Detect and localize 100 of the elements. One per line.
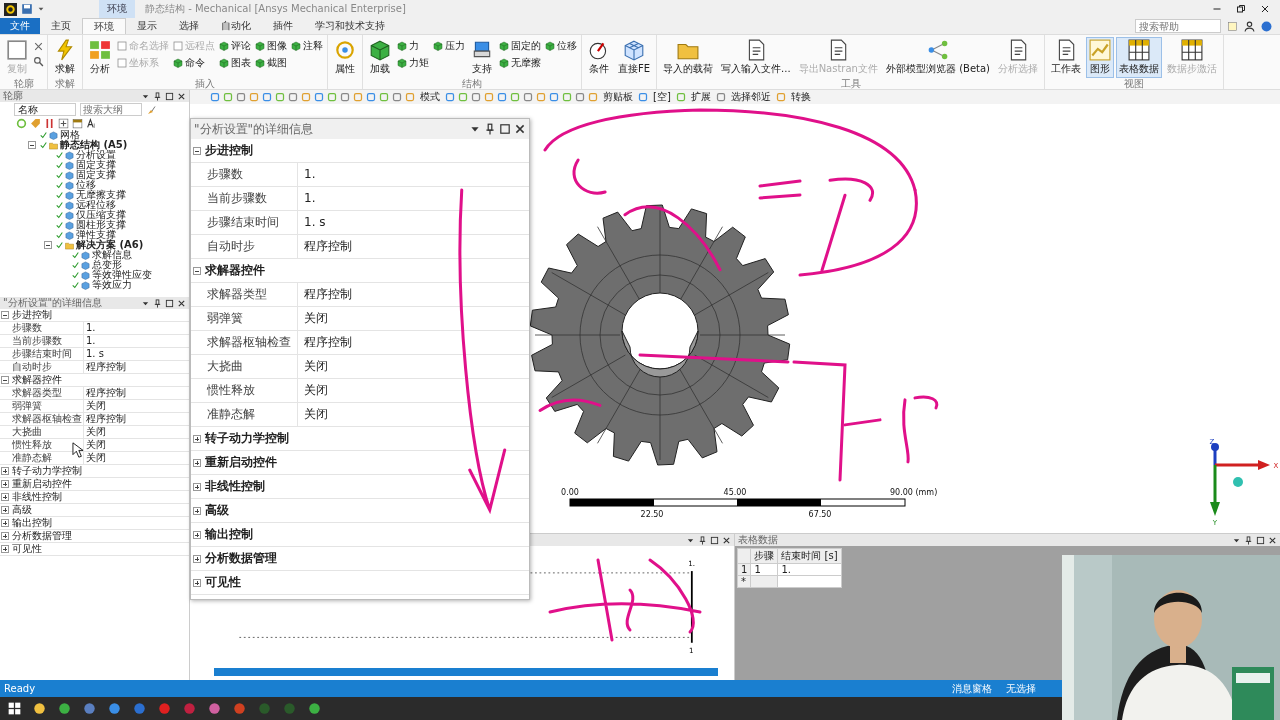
expander-toggle[interactable] [1,506,9,514]
tree-item[interactable]: 仅压缩支撑 [76,210,126,220]
property-value[interactable]: 程序控制 [84,387,126,399]
expander-toggle[interactable] [1,480,9,488]
expander-toggle[interactable] [1,545,9,553]
filter-dropdown[interactable]: 名称 [14,103,76,116]
ribbon-button[interactable]: 支持 [468,37,496,78]
tree-item[interactable]: 固定支撑 [76,160,116,170]
property-value[interactable]: 1. [298,187,316,210]
tree-item[interactable]: 解决方案 (A6) [76,240,144,250]
sort-icon[interactable] [44,118,55,129]
property-value[interactable]: 关闭 [84,400,106,412]
help-search-field[interactable]: 搜索帮助 [1135,19,1221,33]
property-value[interactable]: 1. [84,335,96,347]
caret-icon[interactable] [37,5,45,13]
tree-item[interactable]: 等效应力 [92,280,132,290]
search-icon[interactable] [33,56,44,67]
pin-icon[interactable] [698,535,707,545]
expander-toggle[interactable] [1,467,9,475]
property-value[interactable]: 关闭 [298,355,328,378]
toolbar-button[interactable]: [空] [651,90,673,104]
ribbon-button[interactable]: 压力 [432,39,466,53]
alphabet-sort-icon[interactable] [86,118,97,129]
outline-search-field[interactable]: 搜索大纲 [80,103,142,116]
property-value[interactable]: 关闭 [84,452,106,464]
ribbon-button[interactable]: 表格数据 [1116,37,1162,78]
property-value[interactable]: 程序控制 [84,413,126,425]
property-value[interactable]: 关闭 [84,439,106,451]
ribbon-button[interactable]: 工作表 [1048,37,1084,78]
maximize-icon[interactable] [710,535,719,545]
toolbar-button[interactable]: 转换 [788,90,813,104]
toolbar-button[interactable]: 模式 [418,90,442,104]
menu-tab[interactable]: 自动化 [210,18,262,34]
table-cell[interactable]: 1 [750,563,778,576]
expander-toggle[interactable] [1,376,9,384]
restore-icon[interactable] [1236,4,1246,14]
pin-icon[interactable] [484,123,496,135]
app-icon[interactable] [208,702,221,715]
tree-item[interactable]: 远程位移 [76,200,116,210]
expander-toggle[interactable] [193,434,201,443]
ribbon-button[interactable]: 注释 [290,39,324,53]
close-icon[interactable] [177,91,186,101]
axis-triad-drawing[interactable] [1210,443,1270,516]
calendar-icon[interactable] [72,118,83,129]
expander-toggle[interactable] [193,506,201,515]
pin-icon[interactable] [1244,535,1253,545]
property-value[interactable]: 程序控制 [298,283,352,306]
status-item[interactable]: 无选择 [1006,681,1036,696]
view-tool-icon[interactable] [715,92,726,102]
tree-item[interactable]: 无摩擦支撑 [76,190,126,200]
menu-tab[interactable]: 选择 [168,18,210,34]
menu-tab[interactable]: 文件 [0,18,40,34]
table-cell[interactable]: 1. [777,563,842,576]
tree-item[interactable]: 总变形 [92,260,122,270]
close-icon[interactable] [1268,535,1277,545]
tree-item[interactable]: 求解信息 [92,250,132,260]
pin-icon[interactable] [153,298,162,308]
expander-toggle[interactable] [193,482,201,491]
ribbon-button[interactable]: 固定的 [498,39,542,53]
expander-toggle[interactable] [1,519,9,527]
ribbon-button[interactable]: 命令 [172,56,216,70]
property-value[interactable]: 1. s [84,348,104,360]
property-value[interactable]: 1. [298,163,316,186]
maximize-icon[interactable] [1256,535,1265,545]
app-icon[interactable] [83,702,96,715]
ribbon-button[interactable]: 加载 [366,37,394,78]
gear-model-drawing[interactable] [529,204,791,466]
ribbon-button[interactable]: 导入的载荷 [660,37,717,78]
ribbon-button[interactable]: 图像 [254,39,288,53]
ribbon-button[interactable]: 力 [396,39,430,53]
property-value[interactable]: 关闭 [298,403,328,426]
tree-item[interactable]: 网格 [60,130,80,140]
tree-item[interactable]: 位移 [76,180,96,190]
expander-toggle[interactable] [1,532,9,540]
ribbon-button[interactable]: 外部模型浏览器 (Beta) [882,37,993,78]
property-value[interactable]: 1. s [298,211,326,234]
toolbar-button[interactable]: 选择邻近 [728,90,773,104]
tree-item[interactable]: 固定支撑 [76,170,116,180]
expander-toggle[interactable] [193,458,201,467]
toolbar-button[interactable]: 剪贴板 [601,90,635,104]
menu-tab[interactable]: 主页 [40,18,82,34]
expander-toggle[interactable] [1,311,9,319]
ribbon-button[interactable]: 分析 [86,37,114,78]
menu-tab[interactable]: 学习和技术支持 [304,18,396,34]
expander-toggle[interactable] [44,241,52,249]
app-icon[interactable] [33,702,46,715]
expander-toggle[interactable] [1,493,9,501]
expander-toggle[interactable] [193,530,201,539]
menu-tab[interactable]: 环境 [82,18,126,34]
expander-toggle[interactable] [193,266,201,275]
ribbon-button[interactable]: 评论 [218,39,252,53]
maximize-icon[interactable] [165,91,174,101]
property-value[interactable]: 1. [84,322,96,334]
expander-toggle[interactable] [193,578,201,587]
close-icon[interactable] [1260,4,1270,14]
maximize-icon[interactable] [165,298,174,308]
ribbon-button[interactable]: 求解 [51,37,79,78]
ribbon-button[interactable]: 条件 [585,37,613,78]
ribbon-button[interactable]: 截图 [254,56,288,70]
tree-item[interactable]: 圆柱形支撑 [76,220,126,230]
